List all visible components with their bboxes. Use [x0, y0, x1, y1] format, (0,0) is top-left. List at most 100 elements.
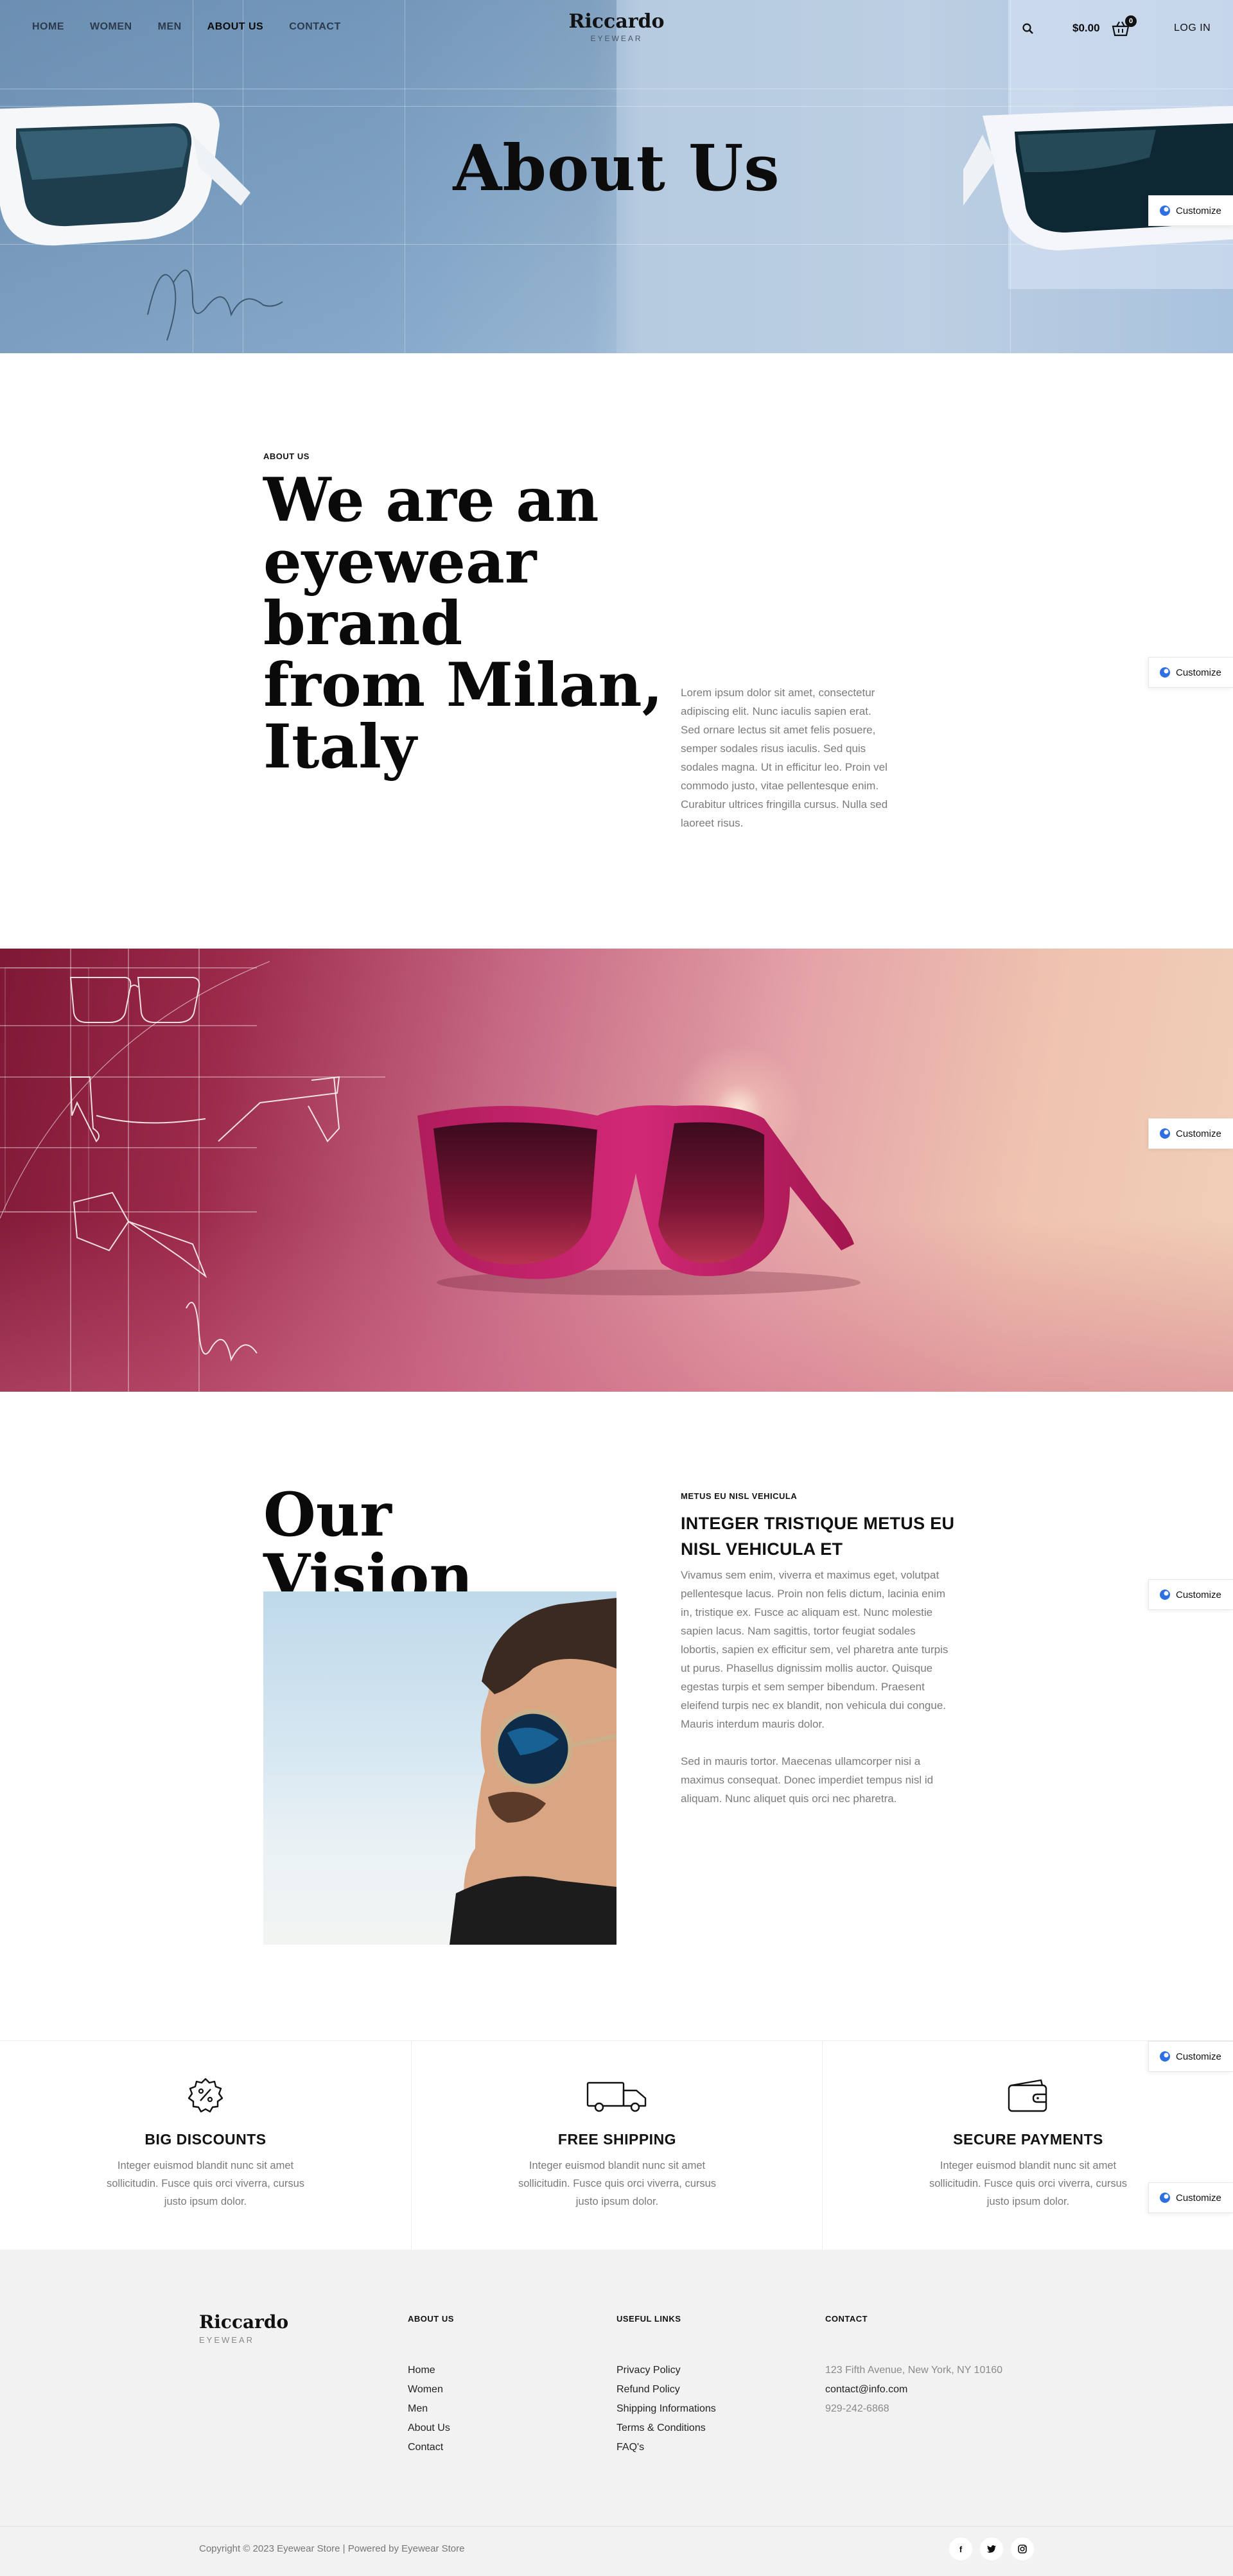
vision-heading-line: Our: [263, 1480, 392, 1550]
footer-link-terms[interactable]: Terms & Conditions: [616, 2419, 716, 2438]
instagram-camera-glyph: [1018, 2545, 1027, 2554]
vision-paragraph-line: eleifend turpis nec ex blandit, non vehi…: [681, 1699, 947, 1712]
customize-label: Customize: [1176, 2051, 1221, 2062]
footer-logo[interactable]: Riccardo EYEWEAR: [199, 2311, 288, 2345]
customize-button[interactable]: Customize: [1148, 2041, 1233, 2072]
intro-paragraph: Lorem ipsum dolor sit amet, consectetur …: [681, 683, 938, 832]
footer-column-title: USEFUL LINKS: [616, 2314, 681, 2324]
intro-heading: We are an eyewear brand from Milan, Ital…: [263, 469, 751, 778]
footer-column-title: ABOUT US: [408, 2314, 454, 2324]
feature-description: Integer euismod blandit nunc sit amet so…: [83, 2157, 328, 2211]
customize-label: Customize: [1176, 667, 1221, 678]
footer-logo-name: Riccardo: [199, 2311, 289, 2333]
site-footer: Riccardo EYEWEAR ABOUT US Home Women Men…: [0, 2250, 1233, 2576]
header-actions: $0.00 0 LOG IN: [1021, 15, 1214, 39]
vision-title-line: INTEGER TRISTIQUE METUS EU: [681, 1514, 955, 1533]
customize-label: Customize: [1176, 205, 1221, 216]
customize-button[interactable]: Customize: [1148, 2182, 1233, 2213]
intro-heading-line: eyewear brand: [263, 526, 537, 659]
vision-paragraph-line: aliquam. Nunc aliquet quis orci nec phar…: [681, 1792, 897, 1805]
delivery-truck-icon: [586, 2081, 647, 2112]
intro-paragraph-line: adipiscing elit. Nunc iaculis sapien era…: [681, 705, 871, 717]
customize-button[interactable]: Customize: [1148, 657, 1233, 688]
footer-link-privacy-policy[interactable]: Privacy Policy: [616, 2361, 716, 2380]
customize-logo-icon: [1160, 1128, 1170, 1139]
intro-eyebrow: ABOUT US: [263, 451, 310, 461]
vision-title: INTEGER TRISTIQUE METUS EU NISL VEHICULA…: [681, 1511, 1002, 1562]
footer-link-men[interactable]: Men: [408, 2399, 454, 2419]
footer-column-title: CONTACT: [825, 2314, 868, 2324]
copyright-text: Copyright © 2023 Eyewear Store | Powered…: [199, 2543, 465, 2554]
customize-label: Customize: [1176, 1589, 1221, 1600]
search-icon[interactable]: [1021, 22, 1035, 36]
vision-paragraph-line: maximus consequat. Donec imperdiet tempu…: [681, 1774, 934, 1786]
feature-big-discounts: BIG DISCOUNTS Integer euismod blandit nu…: [0, 2041, 411, 2250]
feature-description-line: justo ipsum dolor.: [575, 2196, 659, 2207]
cart-count-badge: 0: [1125, 15, 1137, 27]
intro-paragraph-line: commodo justo, vitae pellentesque enim.: [681, 780, 879, 792]
footer-contact-column: CONTACT 123 Fifth Avenue, New York, NY 1…: [825, 2314, 1002, 2419]
vision-paragraph-line: in, tristique ex. Fusce ac aliquam est. …: [681, 1606, 933, 1618]
feature-free-shipping: FREE SHIPPING Integer euismod blandit nu…: [411, 2041, 822, 2250]
feature-title: SECURE PAYMENTS: [953, 2131, 1103, 2148]
page-title: About Us: [453, 132, 780, 206]
feature-description-line: Integer euismod blandit nunc sit amet: [117, 2160, 294, 2171]
feature-description-line: sollicitudin. Fusce quis orci viverra, c…: [929, 2178, 1128, 2189]
footer-link-faqs[interactable]: FAQ's: [616, 2438, 716, 2457]
customize-logo-icon: [1160, 1590, 1170, 1600]
customize-logo-icon: [1160, 2051, 1170, 2062]
portrait-illustration: [450, 1598, 616, 1945]
twitter-bird-glyph: [987, 2545, 996, 2553]
login-link[interactable]: LOG IN: [1174, 22, 1211, 34]
vision-paragraph-2: Sed in mauris tortor. Maecenas ullamcorp…: [681, 1752, 989, 1808]
feature-description-line: Integer euismod blandit nunc sit amet: [940, 2160, 1117, 2171]
feature-description-line: Integer euismod blandit nunc sit amet: [529, 2160, 706, 2171]
feature-description-line: sollicitudin. Fusce quis orci viverra, c…: [518, 2178, 717, 2189]
vision-paragraph-line: ut purus. Phasellus dignissim mollis auc…: [681, 1662, 933, 1674]
feature-title: FREE SHIPPING: [557, 2131, 677, 2148]
footer-link-about-us[interactable]: About Us: [408, 2419, 454, 2438]
vision-paragraph-line: egestas turpis et sem semper bibendum. P…: [681, 1681, 925, 1693]
intro-paragraph-line: semper sodales risus iaculis. Sed quis: [681, 742, 866, 755]
customize-logo-icon: [1160, 667, 1170, 678]
vision-heading: Our Vision: [263, 1480, 623, 1608]
footer-about-column: ABOUT US Home Women Men About Us Contact: [408, 2314, 454, 2457]
intro-paragraph-line: laoreet risus.: [681, 817, 744, 829]
customize-logo-icon: [1160, 206, 1170, 216]
twitter-icon[interactable]: [980, 2537, 1003, 2561]
footer-useful-links-column: USEFUL LINKS Privacy Policy Refund Polic…: [616, 2314, 716, 2457]
feature-description-line: sollicitudin. Fusce quis orci viverra, c…: [106, 2178, 305, 2189]
features-strip: BIG DISCOUNTS Integer euismod blandit nu…: [0, 2040, 1233, 2250]
intro-heading-line: from Milan,: [263, 649, 663, 721]
footer-link-contact[interactable]: Contact: [408, 2438, 454, 2457]
cart-total[interactable]: $0.00: [1072, 22, 1100, 35]
customize-logo-icon: [1160, 2193, 1170, 2203]
footer-logo-tagline: EYEWEAR: [199, 2335, 255, 2345]
vision-paragraph-line: sapien lacus. Nam sagittis, tortor feugi…: [681, 1625, 916, 1637]
facebook-icon[interactable]: f: [949, 2537, 972, 2561]
feature-description: Integer euismod blandit nunc sit amet so…: [495, 2157, 739, 2211]
customize-button[interactable]: Customize: [1148, 195, 1233, 226]
vision-paragraph-line: Sed in mauris tortor. Maecenas ullamcorp…: [681, 1755, 921, 1767]
contact-email-link[interactable]: contact@info.com: [825, 2380, 1002, 2399]
customize-label: Customize: [1176, 1128, 1221, 1139]
magenta-sunglasses-image: [417, 1105, 861, 1295]
instagram-icon[interactable]: [1011, 2537, 1034, 2561]
intro-paragraph-line: sodales magna. Ut in efficitur leo. Proi…: [681, 761, 888, 773]
footer-link-home[interactable]: Home: [408, 2361, 454, 2380]
vision-paragraph-line: Mauris interdum mauris dolor.: [681, 1718, 825, 1730]
intro-paragraph-line: Curabitur ultrices fringilla cursus. Nul…: [681, 798, 888, 810]
footer-link-shipping[interactable]: Shipping Informations: [616, 2399, 716, 2419]
contact-address: 123 Fifth Avenue, New York, NY 10160: [825, 2365, 1003, 2376]
footer-link-women[interactable]: Women: [408, 2380, 454, 2399]
vision-paragraph-line: pellentesque lacus. Proin non felis dict…: [681, 1588, 946, 1600]
feature-description-line: justo ipsum dolor.: [164, 2196, 247, 2207]
top-navigation: HOME WOMEN MEN ABOUT US CONTACT Riccardo…: [0, 0, 1233, 55]
customize-button[interactable]: Customize: [1148, 1118, 1233, 1149]
discount-badge-icon: [188, 2078, 223, 2113]
intro-paragraph-line: Lorem ipsum dolor sit amet, consectetur: [681, 687, 875, 699]
vision-paragraph-line: lobortis, sapien ex efficitur sem, vel p…: [681, 1643, 949, 1656]
footer-link-refund-policy[interactable]: Refund Policy: [616, 2380, 716, 2399]
sketch-overlay-graphic: [0, 949, 385, 1392]
customize-button[interactable]: Customize: [1148, 1579, 1233, 1610]
